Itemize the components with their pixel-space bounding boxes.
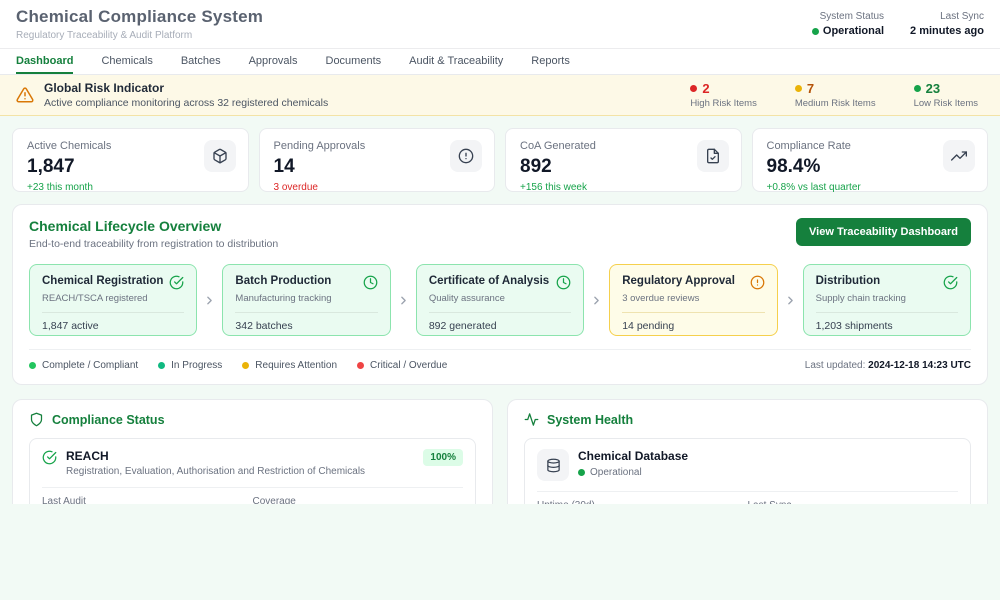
app-title: Chemical Compliance System [16,7,263,27]
lifecycle-section: Chemical Lifecycle Overview End-to-end t… [12,204,988,385]
kpi-value: 1,847 [27,156,234,178]
status-legend: Complete / Compliant In Progress Require… [29,360,447,371]
last-sync-label: Last Sync [910,11,984,22]
legend-dot-icon [29,362,36,369]
service-status: Operational [578,467,688,478]
app-title-block: Chemical Compliance System Regulatory Tr… [16,7,263,41]
regulation-description: Registration, Evaluation, Authorisation … [66,466,365,477]
tab-batches[interactable]: Batches [181,49,221,74]
high-risk-count: 2 High Risk Items [690,81,757,109]
low-risk-dot-icon [914,85,921,92]
package-icon [204,140,236,172]
coverage-badge: 100% [423,449,463,466]
tab-documents[interactable]: Documents [326,49,382,74]
kpi-delta: +156 this week [520,182,727,193]
tab-dashboard[interactable]: Dashboard [16,49,73,74]
alert-triangle-icon [16,86,34,104]
main-nav: Dashboard Chemicals Batches Approvals Do… [0,48,1000,75]
service-name: Chemical Database [578,449,688,463]
app-header: Chemical Compliance System Regulatory Tr… [0,0,1000,48]
file-check-icon [697,140,729,172]
uptime-field: Uptime (30d) 99.98% [537,500,748,504]
shield-icon [29,412,44,427]
kpi-coa-generated: CoA Generated 892 +156 this week [505,128,742,192]
legend-requires-attention: Requires Attention [242,360,337,371]
kpi-value: 892 [520,156,727,178]
kpi-pending-approvals: Pending Approvals 14 3 overdue [259,128,496,192]
risk-banner-subtitle: Active compliance monitoring across 32 r… [44,97,328,109]
check-circle-icon [42,450,57,465]
chemical-database-card: Chemical Database Operational Uptime (30… [524,438,971,504]
status-dot-icon [812,28,819,35]
kpi-delta: +23 this month [27,182,234,193]
view-traceability-dashboard-button[interactable]: View Traceability Dashboard [796,218,971,246]
check-circle-icon [169,275,184,290]
app-subtitle: Regulatory Traceability & Audit Platform [16,30,263,41]
lifecycle-subtitle: End-to-end traceability from registratio… [29,238,278,250]
reach-card: REACH Registration, Evaluation, Authoris… [29,438,476,504]
last-sync-field: Last Sync 2 min ago [748,500,959,504]
kpi-cards-row: Active Chemicals 1,847 +23 this month Pe… [12,128,988,192]
kpi-active-chemicals: Active Chemicals 1,847 +23 this month [12,128,249,192]
stage-regulatory-approval[interactable]: Regulatory Approval 3 overdue reviews 14… [609,264,777,336]
stage-chemical-registration[interactable]: Chemical Registration REACH/TSCA registe… [29,264,197,336]
legend-dot-icon [158,362,165,369]
kpi-delta: 3 overdue [274,182,481,193]
risk-banner-title: Global Risk Indicator [44,81,328,95]
low-risk-label: Low Risk Items [914,98,978,109]
system-status-label: System Status [812,11,884,22]
stage-distribution[interactable]: Distribution Supply chain tracking 1,203… [803,264,971,336]
chevron-right-icon [590,294,603,307]
alert-circle-icon [750,275,765,290]
lifecycle-stages: Chemical Registration REACH/TSCA registe… [29,264,971,336]
system-status-value: Operational [823,25,884,37]
tab-approvals[interactable]: Approvals [249,49,298,74]
tab-audit-traceability[interactable]: Audit & Traceability [409,49,503,74]
trending-up-icon [943,140,975,172]
medium-risk-dot-icon [795,85,802,92]
global-risk-banner: Global Risk Indicator Active compliance … [0,75,1000,116]
legend-dot-icon [357,362,364,369]
kpi-label: CoA Generated [520,140,727,152]
low-risk-count: 23 Low Risk Items [914,81,978,109]
legend-in-progress: In Progress [158,360,222,371]
last-sync-value: 2 minutes ago [910,25,984,37]
compliance-status-title: Compliance Status [52,413,165,427]
system-health-title: System Health [547,413,633,427]
database-icon [537,449,569,481]
last-sync: Last Sync 2 minutes ago [910,11,984,37]
last-updated: Last updated: 2024-12-18 14:23 UTC [805,360,971,371]
chevron-right-icon [397,294,410,307]
bottom-panels: Compliance Status REACH Registration, Ev… [12,399,988,504]
high-risk-dot-icon [690,85,697,92]
clock-icon [363,275,378,290]
chevron-right-icon [784,294,797,307]
check-circle-icon [943,275,958,290]
high-risk-label: High Risk Items [690,98,757,109]
legend-complete: Complete / Compliant [29,360,138,371]
regulation-name: REACH [66,449,365,463]
clock-icon [556,275,571,290]
legend-critical: Critical / Overdue [357,360,447,371]
alert-circle-icon [450,140,482,172]
medium-risk-count: 7 Medium Risk Items [795,81,876,109]
system-health-panel: System Health Chemical Database Operatio… [507,399,988,504]
activity-icon [524,412,539,427]
medium-risk-label: Medium Risk Items [795,98,876,109]
stage-certificate-of-analysis[interactable]: Certificate of Analysis Quality assuranc… [416,264,584,336]
system-status: System Status Operational [812,11,884,37]
last-audit-field: Last Audit 2024-11-15 [42,496,253,504]
kpi-compliance-rate: Compliance Rate 98.4% +0.8% vs last quar… [752,128,989,192]
tab-chemicals[interactable]: Chemicals [101,49,152,74]
legend-dot-icon [242,362,249,369]
status-dot-icon [578,469,585,476]
stage-batch-production[interactable]: Batch Production Manufacturing tracking … [222,264,390,336]
kpi-label: Active Chemicals [27,140,234,152]
lifecycle-title: Chemical Lifecycle Overview [29,218,278,234]
compliance-status-panel: Compliance Status REACH Registration, Ev… [12,399,493,504]
chevron-right-icon [203,294,216,307]
tab-reports[interactable]: Reports [531,49,570,74]
coverage-field: Coverage 1,847 substances [253,496,464,504]
kpi-delta: +0.8% vs last quarter [767,182,974,193]
